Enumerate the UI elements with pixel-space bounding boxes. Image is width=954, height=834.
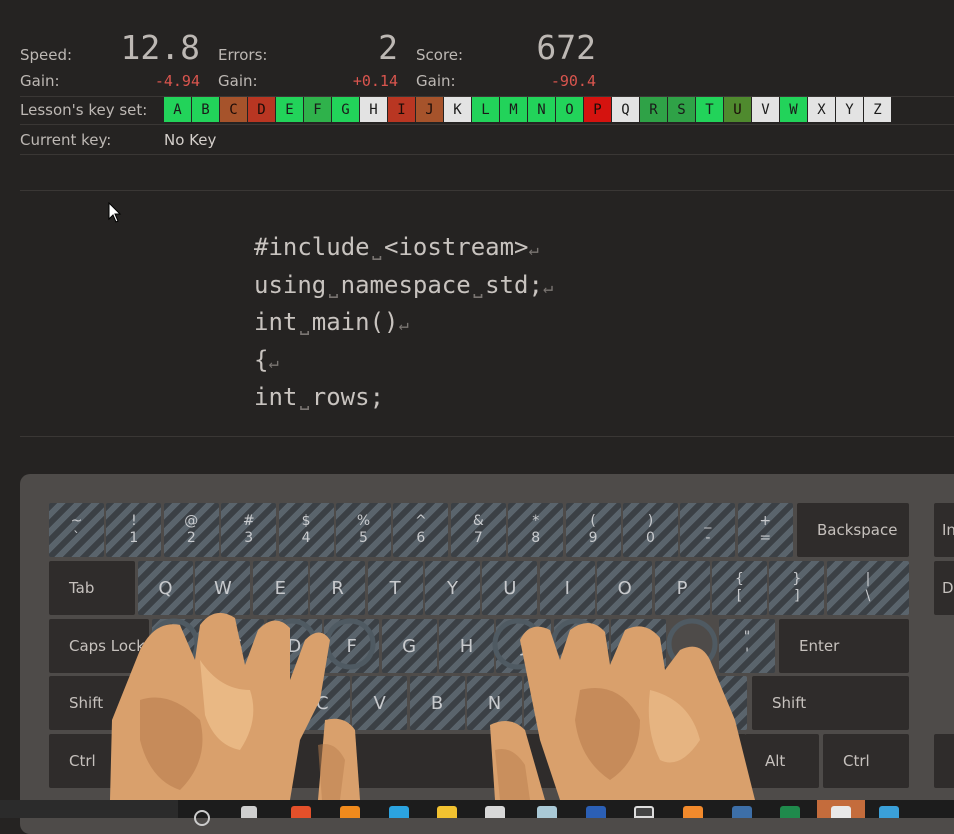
clock-app-icon[interactable] (634, 806, 654, 818)
calculator-icon[interactable] (732, 806, 752, 818)
file-explorer-icon[interactable] (437, 806, 457, 818)
typing-app-icon[interactable] (831, 806, 851, 818)
search-icon[interactable] (194, 810, 210, 826)
excel-icon[interactable] (780, 806, 800, 818)
app-icon-1[interactable] (291, 806, 311, 818)
edge-icon[interactable] (389, 806, 409, 818)
notepad-icon[interactable] (537, 806, 557, 818)
word-icon[interactable] (586, 806, 606, 818)
browser-icon[interactable] (879, 806, 899, 818)
taskbar-search-box[interactable] (0, 800, 178, 818)
hands-illustration (110, 612, 755, 800)
app-icon-2[interactable] (683, 806, 703, 818)
left-hand (110, 612, 360, 800)
firefox-icon[interactable] (340, 806, 360, 818)
store-icon[interactable] (485, 806, 505, 818)
task-view-icon[interactable] (241, 806, 257, 818)
